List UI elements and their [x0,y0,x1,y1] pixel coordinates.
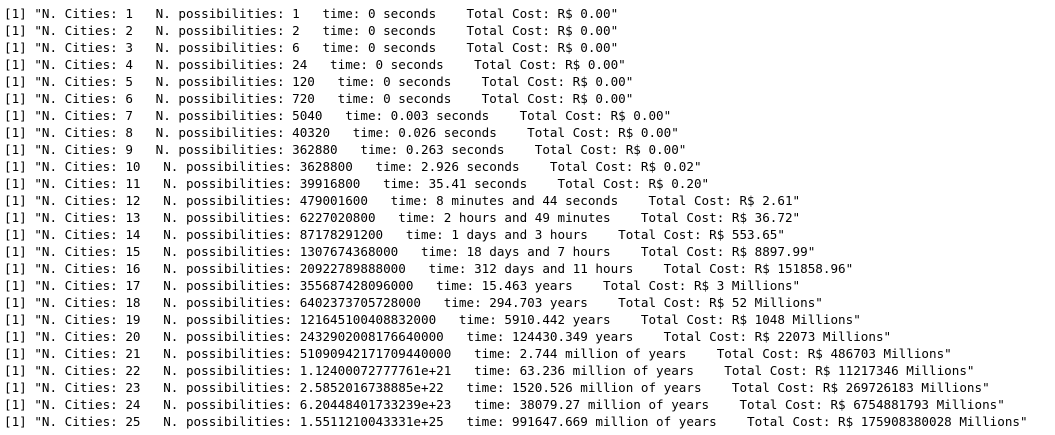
console-line: [1] "N. Cities: 11 N. possibilities: 399… [4,176,710,191]
console-line: [1] "N. Cities: 6 N. possibilities: 720 … [4,91,634,106]
console-line: [1] "N. Cities: 16 N. possibilities: 209… [4,261,854,276]
console-line: [1] "N. Cities: 8 N. possibilities: 4032… [4,125,679,140]
console-line: [1] "N. Cities: 15 N. possibilities: 130… [4,244,816,259]
console-line: [1] "N. Cities: 9 N. possibilities: 3628… [4,142,687,157]
console-line: [1] "N. Cities: 4 N. possibilities: 24 t… [4,57,626,72]
console-line: [1] "N. Cities: 3 N. possibilities: 6 ti… [4,40,619,55]
console-output: [1] "N. Cities: 1 N. possibilities: 1 ti… [0,0,1055,435]
console-line: [1] "N. Cities: 12 N. possibilities: 479… [4,193,801,208]
console-line: [1] "N. Cities: 18 N. possibilities: 640… [4,295,823,310]
console-line: [1] "N. Cities: 24 N. possibilities: 6.2… [4,397,1005,412]
console-line: [1] "N. Cities: 25 N. possibilities: 1.5… [4,414,1028,429]
console-line: [1] "N. Cities: 23 N. possibilities: 2.5… [4,380,990,395]
console-line: [1] "N. Cities: 21 N. possibilities: 510… [4,346,952,361]
console-line: [1] "N. Cities: 10 N. possibilities: 362… [4,159,702,174]
console-line: [1] "N. Cities: 2 N. possibilities: 2 ti… [4,23,619,38]
console-line: [1] "N. Cities: 7 N. possibilities: 5040… [4,108,672,123]
console-line: [1] "N. Cities: 22 N. possibilities: 1.1… [4,363,975,378]
console-line: [1] "N. Cities: 17 N. possibilities: 355… [4,278,801,293]
console-line: [1] "N. Cities: 14 N. possibilities: 871… [4,227,785,242]
console-line: [1] "N. Cities: 13 N. possibilities: 622… [4,210,801,225]
console-line: [1] "N. Cities: 19 N. possibilities: 121… [4,312,861,327]
console-line: [1] "N. Cities: 1 N. possibilities: 1 ti… [4,6,619,21]
console-line: [1] "N. Cities: 5 N. possibilities: 120 … [4,74,634,89]
console-line: [1] "N. Cities: 20 N. possibilities: 243… [4,329,892,344]
